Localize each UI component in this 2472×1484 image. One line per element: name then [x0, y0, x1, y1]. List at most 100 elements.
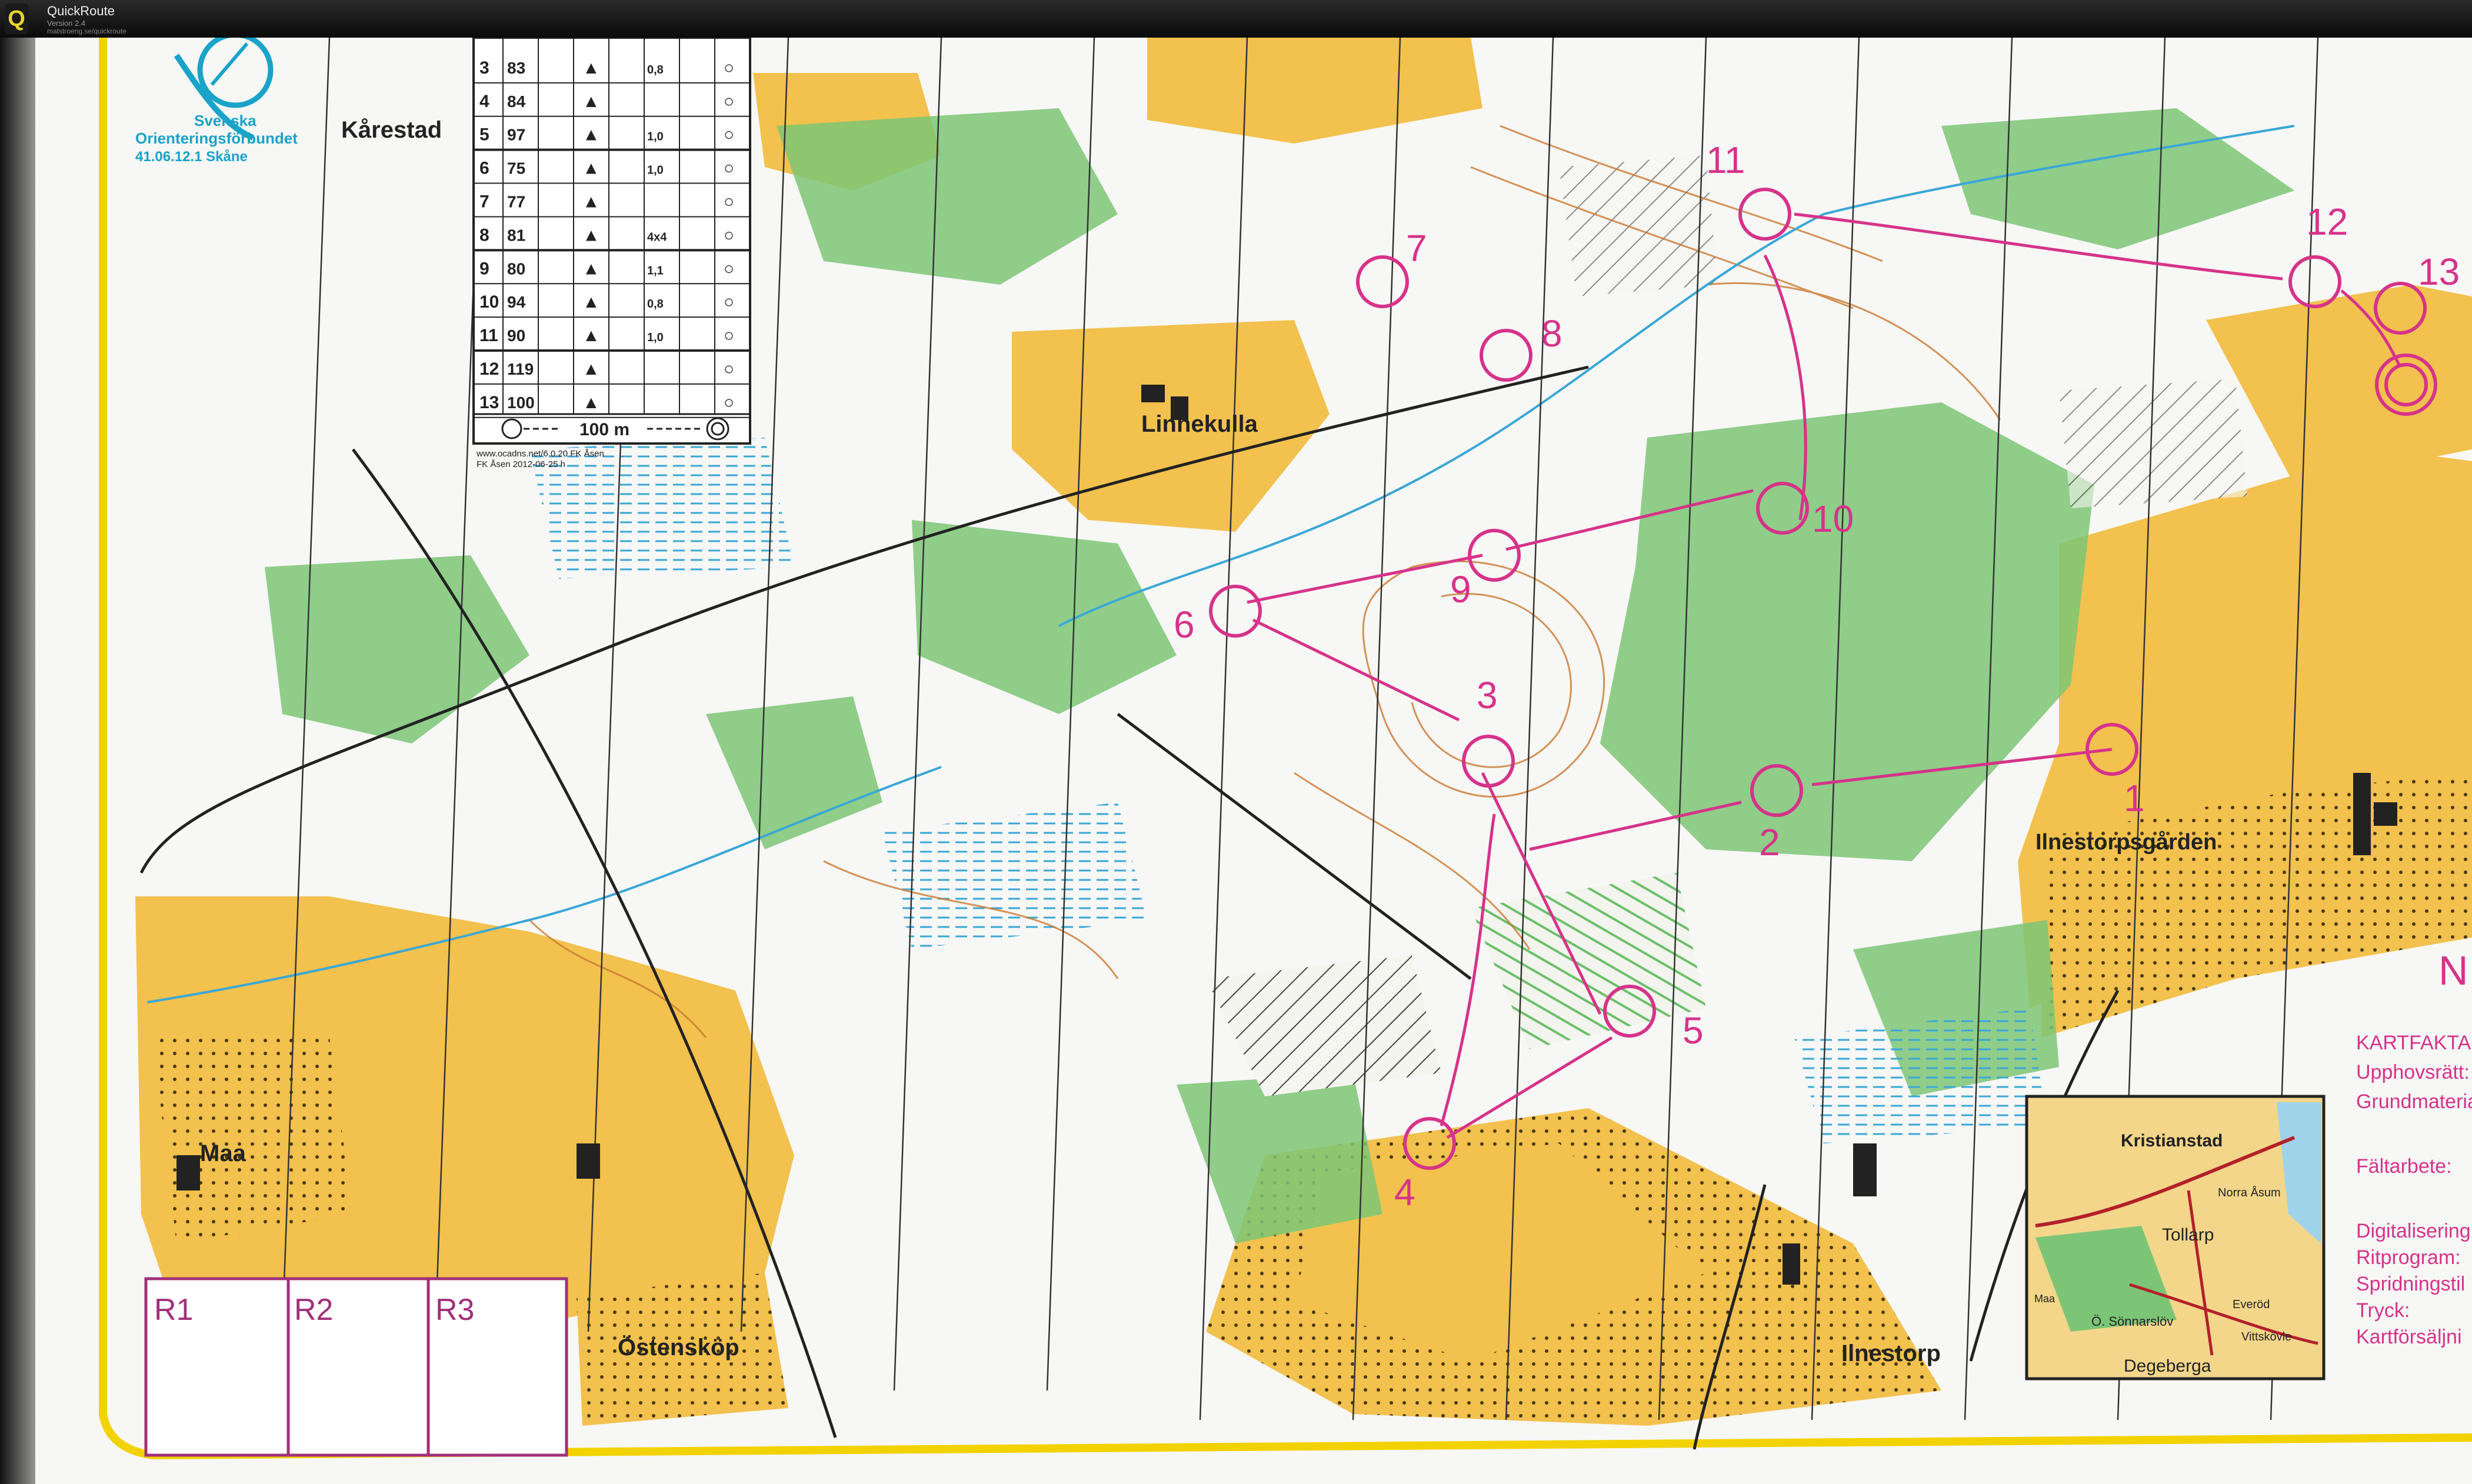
svg-text:Tryck:: Tryck: [2356, 1299, 2410, 1322]
placename-ostenskop: Östensköp [618, 1334, 739, 1360]
control-location-icon: ○ [724, 159, 734, 178]
control-symbol-icon: ▲ [582, 92, 600, 111]
orienteering-map[interactable]: Svenska Orienteringsförbundet 41.06.12.1… [0, 38, 2472, 1484]
control-number-3: 3 [1477, 674, 1498, 716]
inset-norra-asum: Norra Åsum [2218, 1186, 2281, 1199]
control-number-8: 8 [1541, 312, 1563, 355]
kartfakta-heading: KARTFAKTA [2356, 1032, 2471, 1054]
placename-ilnestorp: Ilnestorp [1841, 1340, 1941, 1366]
svg-text:Grundmateria: Grundmateria [2356, 1091, 2472, 1113]
control-table-number: 12 [479, 359, 499, 379]
inset-maa: Maa [2034, 1293, 2055, 1305]
control-symbol-icon: ▲ [582, 125, 600, 145]
app-title: QuickRoute [47, 4, 115, 18]
control-description-table: 3 83 0,8▲ ○4 84 ▲ ○5 97 1,0▲ ○6 75 1,0▲ ○7 77 ▲ ○8 81 4x4… [472, 38, 751, 445]
svg-text:Spridningstil: Spridningstil [2356, 1273, 2465, 1295]
control-symbol-icon: ▲ [582, 159, 600, 178]
control-number-7: 7 [1406, 227, 1427, 269]
placename-linnekulla: Linnekulla [1141, 411, 1258, 437]
control-table-number: 7 [479, 192, 489, 212]
control-location-icon: ○ [724, 292, 734, 312]
credits-line1: www.ocadns.net/6.0.20 FK Åsen [476, 449, 604, 459]
inset-tollarp: Tollarp [2162, 1225, 2214, 1245]
open-land-maa [153, 1038, 353, 1243]
location-inset-map: Kristianstad Norra Åsum Tollarp Maa Ö. S… [2025, 1095, 2326, 1380]
svg-text:Fältarbete:: Fältarbete: [2356, 1155, 2452, 1178]
control-number-1: 1 [2124, 777, 2145, 819]
control-symbol-icon: ▲ [582, 326, 600, 345]
placename-ilnestorpsgarden: Ilnestorpsgården [2035, 830, 2217, 855]
control-table-code: 80 [507, 259, 525, 278]
control-number-4: 4 [1394, 1171, 1415, 1213]
svg-text:Ritprogram:: Ritprogram: [2356, 1246, 2461, 1269]
control-symbol-icon: ▲ [582, 225, 600, 245]
north-label: N [2438, 948, 2468, 993]
svg-text:Upphovsrätt:: Upphovsrätt: [2356, 1061, 2470, 1083]
control-table-number: 5 [479, 125, 489, 145]
control-table-code: 75 [507, 159, 525, 178]
relay-r1: R1 [154, 1293, 193, 1327]
control-table-number: 10 [479, 292, 499, 312]
control-table-code: 83 [507, 59, 525, 77]
inset-degeberga: Degeberga [2124, 1356, 2211, 1376]
svg-text:Digitalisering: Digitalisering [2356, 1220, 2471, 1242]
app-version: Version 2.4 [47, 19, 86, 28]
control-symbol-icon: ▲ [582, 292, 600, 312]
control-location-icon: ○ [724, 192, 734, 212]
control-table-number: 11 [479, 326, 498, 345]
control-table-number: 4 [479, 92, 489, 111]
control-table-code: 119 [507, 360, 534, 378]
control-table-size: 0,8 [647, 64, 664, 76]
control-location-icon: ○ [724, 359, 734, 379]
control-table-code: 84 [507, 92, 526, 111]
control-table-code: 97 [507, 126, 525, 144]
control-table-size: 1,0 [647, 164, 664, 177]
control-table-code: 90 [507, 326, 525, 345]
relay-boxes: R1 R2 R3 [144, 1277, 568, 1457]
control-table-size: 1,1 [647, 264, 664, 277]
control-symbol-icon: ▲ [582, 192, 600, 212]
control-table-size: 1,0 [647, 331, 664, 344]
inset-vittskovle: Vittskövle [2241, 1330, 2291, 1343]
app-url: matstroeng.se/quickroute [47, 27, 126, 35]
control-number-13: 13 [2418, 251, 2460, 293]
logo-permit: 41.06.12.1 Skåne [135, 149, 248, 165]
control-number-10: 10 [1812, 498, 1854, 540]
logo-line2: Orienteringsförbundet [135, 129, 298, 147]
inset-sonnarslov: Ö. Sönnarslöv [2091, 1314, 2173, 1329]
control-number-2: 2 [1759, 821, 1780, 863]
control-number-11: 11 [1706, 139, 1745, 181]
control-table-code: 100 [507, 393, 535, 412]
control-symbol-icon: ▲ [582, 359, 600, 379]
control-number-6: 6 [1174, 603, 1195, 646]
control-location-icon: ○ [724, 259, 734, 278]
quickroute-q-icon[interactable]: Q [5, 4, 28, 34]
control-location-icon: ○ [724, 393, 734, 412]
relay-r3: R3 [435, 1293, 474, 1327]
placename-karestad: Kårestad [341, 117, 442, 143]
svg-text:Kartförsäljni: Kartförsäljni [2356, 1326, 2462, 1348]
credits-line2: FK Åsen 2012-06-25 h [477, 459, 565, 469]
logo-line1: Svenska [194, 112, 256, 129]
control-number-12: 12 [2306, 201, 2348, 243]
control-table-size: 1,0 [647, 131, 664, 144]
control-table-size: 0,8 [647, 298, 664, 311]
control-location-icon: ○ [724, 326, 734, 345]
control-table-size: 4x4 [647, 231, 667, 244]
control-symbol-icon: ▲ [582, 393, 600, 412]
control-table-number: 6 [479, 159, 489, 178]
control-location-icon: ○ [724, 225, 734, 245]
control-number-5: 5 [1683, 1009, 1704, 1052]
inset-kristianstad: Kristianstad [2121, 1131, 2223, 1150]
inset-everod: Everöd [2233, 1298, 2270, 1311]
control-table-number: 3 [479, 58, 489, 78]
control-table-number: 9 [479, 259, 489, 278]
placename-maa: Maa [200, 1140, 246, 1166]
control-table-code: 81 [507, 226, 525, 244]
finish-distance: 100 m [579, 420, 629, 439]
control-number-9: 9 [1450, 568, 1471, 611]
control-location-icon: ○ [724, 58, 734, 78]
control-table-code: 77 [507, 193, 525, 211]
control-table-code: 94 [507, 293, 526, 311]
app-titlebar: Q QuickRoute Version 2.4 matstroeng.se/q… [0, 0, 2472, 38]
